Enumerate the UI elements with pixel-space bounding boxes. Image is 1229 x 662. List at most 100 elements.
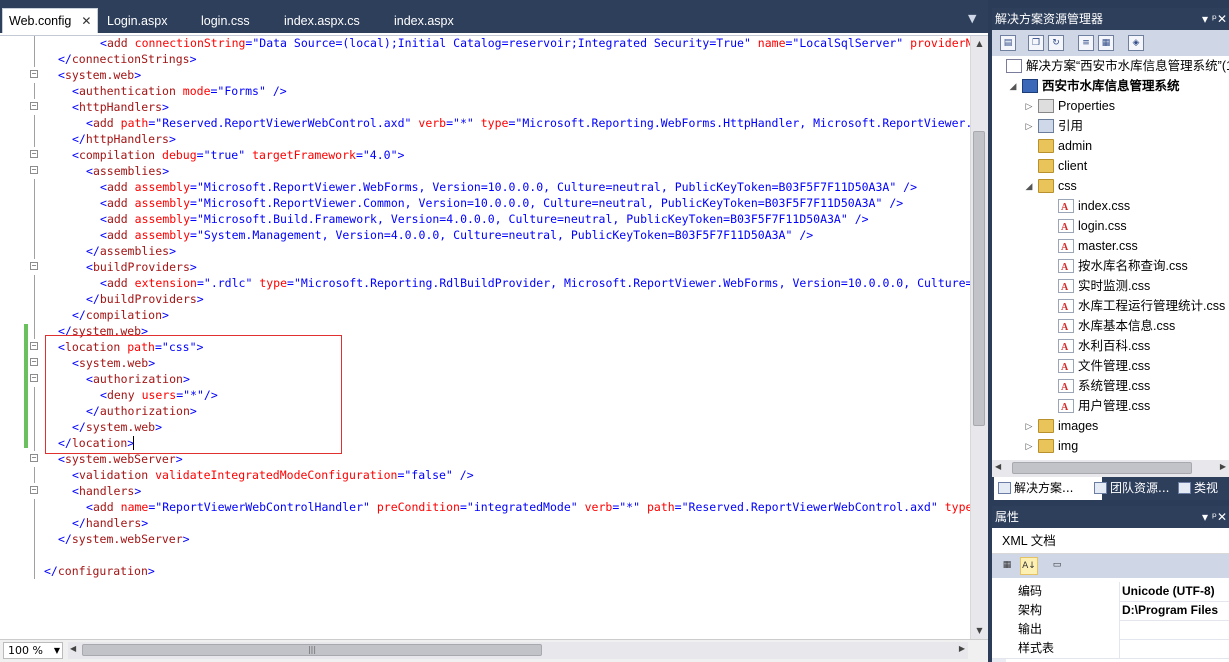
refresh-icon[interactable]: ↻	[1048, 35, 1064, 51]
tree-item[interactable]: admin	[992, 136, 1229, 156]
tab-login-css[interactable]: login.css	[193, 9, 258, 33]
collapse-icon[interactable]: −	[30, 70, 38, 78]
categorized-icon[interactable]: ▦	[998, 557, 1016, 575]
tab-class-view[interactable]: 类视	[1174, 477, 1229, 500]
tab-index-aspx-cs[interactable]: index.aspx.cs	[276, 9, 368, 33]
property-value[interactable]: D:\Program Files	[1122, 601, 1218, 620]
code-token: ">	[390, 148, 405, 162]
properties-icon[interactable]: ▤	[1000, 35, 1016, 51]
tree-item[interactable]: index.css	[992, 196, 1229, 218]
tree-item[interactable]: 水利百科.css	[992, 336, 1229, 358]
tree-item[interactable]: 文件管理.css	[992, 356, 1229, 378]
pin-icon[interactable]: ▾ ᵖ	[1202, 506, 1217, 528]
collapse-icon[interactable]: −	[30, 454, 38, 462]
properties-object-selector[interactable]: XML 文档	[992, 528, 1229, 554]
tree-item[interactable]: ▷ 引用	[992, 116, 1229, 136]
property-value[interactable]: Unicode (UTF-8)	[1122, 582, 1215, 601]
tree-item-label: 系统管理.css	[1078, 379, 1151, 393]
scroll-right-icon[interactable]: ▶	[959, 644, 965, 653]
code-text: <location path="css">	[58, 339, 203, 355]
expand-icon[interactable]: ▷	[1024, 416, 1034, 436]
code-token: >	[162, 308, 169, 322]
tree-item[interactable]: ▷ Properties	[992, 96, 1229, 116]
solution-tree[interactable]: 解决方案“西安市水库信息管理系统”(1 个项目) ◢ 西安市水库信息管理系统 ▷ Pro…	[992, 56, 1229, 458]
tree-item[interactable]: 系统管理.css	[992, 376, 1229, 398]
property-row[interactable]: 输出	[992, 620, 1229, 640]
view-designer-icon[interactable]: ▦	[1098, 35, 1114, 51]
css-file-icon	[1058, 238, 1074, 258]
collapse-icon[interactable]: ◢	[1008, 76, 1018, 96]
horizontal-scroll-thumb[interactable]: |||	[82, 644, 542, 656]
code-token: ="	[355, 148, 370, 162]
vertical-scroll-thumb[interactable]	[973, 131, 985, 426]
property-row[interactable]: 编码 Unicode (UTF-8)	[992, 582, 1229, 602]
collapse-icon[interactable]: ◢	[1024, 176, 1034, 196]
css-file-icon	[1058, 318, 1074, 338]
collapse-icon[interactable]: −	[30, 166, 38, 174]
tree-item[interactable]: ▷ img	[992, 436, 1229, 456]
close-icon[interactable]: ✕	[81, 9, 91, 33]
code-token: </	[86, 244, 100, 258]
show-all-files-icon[interactable]: ❐	[1028, 35, 1044, 51]
close-icon[interactable]: ✕	[1217, 8, 1227, 30]
tree-item[interactable]: master.css	[992, 236, 1229, 258]
tree-item[interactable]: client	[992, 156, 1229, 176]
code-token: <	[100, 180, 107, 194]
collapse-icon[interactable]: −	[30, 262, 38, 270]
expand-icon[interactable]: ▷	[1024, 116, 1034, 136]
tree-item[interactable]: ▷ images	[992, 416, 1229, 436]
zoom-select[interactable]: 100 % ▼	[3, 642, 63, 659]
scroll-down-icon[interactable]: ▼	[971, 623, 988, 639]
property-row[interactable]: 样式表	[992, 639, 1229, 659]
tree-item[interactable]: 解决方案“西安市水库信息管理系统”(1 个项目)	[992, 56, 1229, 76]
tree-item[interactable]: ◢ css	[992, 176, 1229, 196]
code-token: LocalSqlServer	[799, 36, 897, 50]
pin-icon[interactable]: ▾ ᵖ	[1202, 8, 1217, 30]
collapse-icon[interactable]: −	[30, 342, 38, 350]
expand-icon[interactable]: ▷	[1024, 436, 1034, 456]
collapse-icon[interactable]: −	[30, 150, 38, 158]
tab-solution-explorer[interactable]: 解决方案...	[994, 477, 1102, 500]
code-token: >	[134, 68, 142, 82]
tab-web-config[interactable]: Web.config ✕	[2, 8, 99, 33]
tree-item[interactable]: 实时监测.css	[992, 276, 1229, 298]
code-text: <system.webServer>	[58, 451, 183, 467]
tab-label: index.aspx	[394, 14, 454, 28]
code-token: integratedMode	[473, 500, 571, 514]
code-editor[interactable]: <add connectionString="Data Source=(loca…	[0, 36, 970, 639]
collapse-icon[interactable]: −	[30, 374, 38, 382]
solution-explorer-hscrollbar[interactable]: ◀ ▶	[992, 460, 1229, 477]
chevron-down-icon[interactable]: ▼	[968, 12, 976, 25]
scroll-left-icon[interactable]: ◀	[995, 462, 1001, 471]
property-pages-icon[interactable]: ▭	[1048, 557, 1066, 575]
scroll-left-icon[interactable]: ◀	[70, 644, 76, 653]
code-token: <	[86, 500, 93, 514]
tab-index-aspx[interactable]: index.aspx	[386, 9, 462, 33]
horizontal-scroll-thumb[interactable]	[1012, 462, 1192, 474]
tree-item[interactable]: ◢ 西安市水库信息管理系统	[992, 76, 1229, 96]
collapse-icon[interactable]: −	[30, 358, 38, 366]
scroll-up-icon[interactable]: ▲	[971, 36, 988, 52]
code-token: type	[473, 116, 509, 130]
tree-item[interactable]: 按水库名称查询.css	[992, 256, 1229, 278]
tree-item[interactable]: 水库基本信息.css	[992, 316, 1229, 338]
class-diagram-icon[interactable]: ◈	[1128, 35, 1144, 51]
vertical-scrollbar[interactable]: ▲ ▼	[970, 36, 988, 639]
expand-icon[interactable]: ▷	[1024, 96, 1034, 116]
property-row[interactable]: 架构 D:\Program Files	[992, 601, 1229, 621]
horizontal-scrollbar[interactable]: ◀ ||| ▶	[68, 642, 968, 659]
tree-item[interactable]: 用户管理.css	[992, 396, 1229, 418]
scroll-right-icon[interactable]: ▶	[1220, 462, 1226, 471]
alphabetical-icon[interactable]: A↓	[1020, 557, 1038, 575]
chevron-down-icon[interactable]: ▼	[54, 643, 60, 658]
fold-guide	[34, 403, 35, 419]
tree-item[interactable]: 水库工程运行管理统计.css	[992, 296, 1229, 318]
collapse-icon[interactable]: −	[30, 102, 38, 110]
view-code-icon[interactable]: ≡	[1078, 35, 1094, 51]
property-name: 输出	[992, 620, 1120, 639]
team-explorer-icon	[1094, 482, 1107, 494]
tab-login-aspx[interactable]: Login.aspx	[99, 9, 175, 33]
tree-item[interactable]: login.css	[992, 216, 1229, 238]
close-icon[interactable]: ✕	[1217, 506, 1227, 528]
collapse-icon[interactable]: −	[30, 486, 38, 494]
